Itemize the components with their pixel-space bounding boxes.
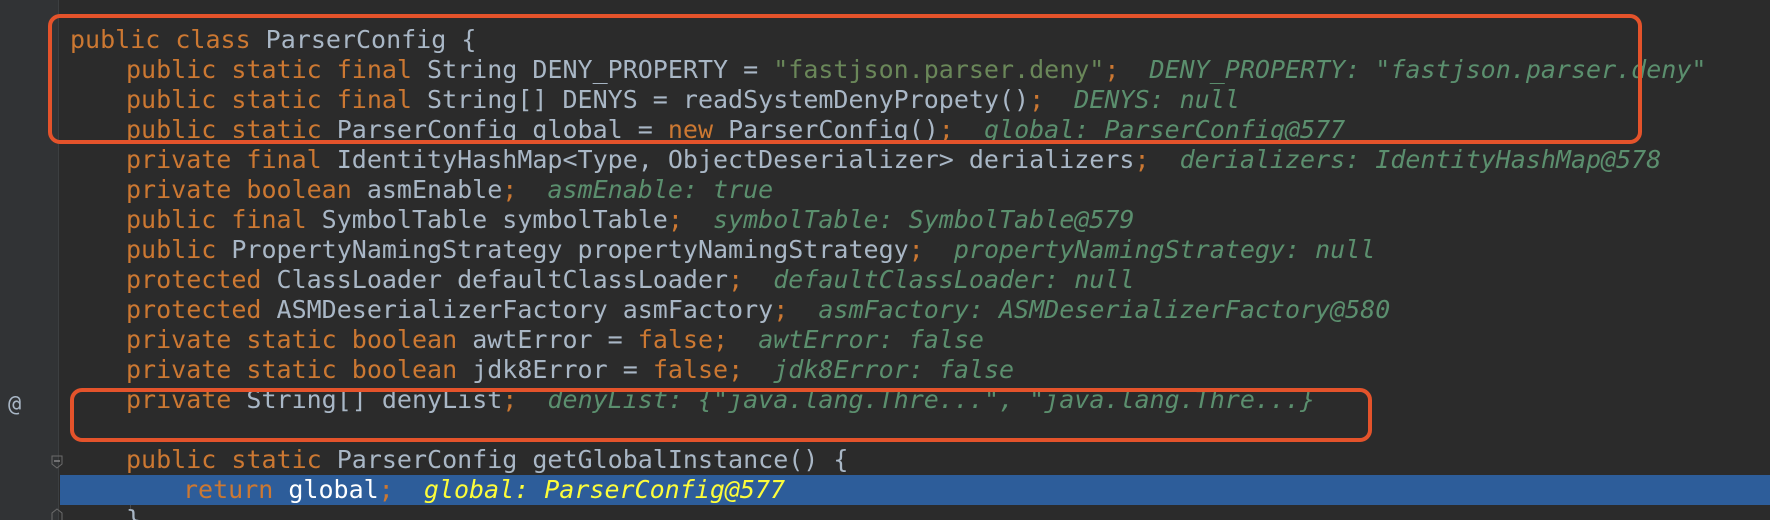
keyword: public [126, 235, 232, 264]
identifier: awtError = [472, 325, 638, 354]
identifier: ParserConfig getGlobalInstance() { [336, 445, 849, 474]
identifier: ASMDeserializerFactory asmFactory [276, 295, 774, 324]
semicolon: ; [773, 295, 789, 324]
semicolon: ; [1029, 85, 1045, 114]
semicolon: ; [938, 115, 954, 144]
keyword: new [667, 115, 729, 144]
inlay-hint: global: ParserConfig@577 [423, 475, 786, 504]
keyword: private static boolean [126, 325, 473, 354]
code-line[interactable]: public static final String DENY_PROPERTY… [0, 55, 1770, 85]
inlay-hint: DENY_PROPERTY: "fastjson.parser.deny" [1149, 55, 1707, 84]
identifier: String[] DENYS = readSystemDenyPropety() [427, 85, 1030, 114]
inlay-hint: awtError: false [758, 325, 984, 354]
identifier: jdk8Error = [472, 355, 653, 384]
keyword: protected [126, 295, 277, 324]
code-line[interactable]: public static ParserConfig getGlobalInst… [0, 445, 1770, 475]
identifier: String[] denyList [246, 385, 503, 414]
keyword: public static [126, 445, 337, 474]
closing-brace: } [126, 505, 142, 520]
identifier: ParserConfig { [265, 25, 477, 54]
code-line[interactable]: protected ASMDeserializerFactory asmFact… [0, 295, 1770, 325]
keyword: public static final [126, 55, 428, 84]
inlay-hint: asmFactory: ASMDeserializerFactory@580 [818, 295, 1391, 324]
semicolon: ; [502, 175, 518, 204]
identifier: asmEnable [366, 175, 503, 204]
identifier: IdentityHashMap<Type, ObjectDeserializer… [336, 145, 1135, 174]
code-line[interactable]: private boolean asmEnable; asmEnable: tr… [0, 175, 1770, 205]
semicolon: ; [667, 205, 683, 234]
semicolon: ; [502, 385, 518, 414]
current-execution-line[interactable]: return global; global: ParserConfig@577 [60, 475, 1770, 505]
code-line[interactable]: private static boolean awtError = false;… [0, 325, 1770, 355]
code-line[interactable]: protected ClassLoader defaultClassLoader… [0, 265, 1770, 295]
code-line[interactable]: public PropertyNamingStrategy propertyNa… [0, 235, 1770, 265]
code-line[interactable]: public static final String[] DENYS = rea… [0, 85, 1770, 115]
code-line[interactable]: public class ParserConfig { [0, 25, 1770, 55]
keyword: public static [126, 115, 337, 144]
identifier: ParserConfig() [728, 115, 939, 144]
identifier: PropertyNamingStrategy propertyNamingStr… [231, 235, 909, 264]
identifier: SymbolTable symbolTable [321, 205, 668, 234]
identifier: String DENY_PROPERTY = [427, 55, 774, 84]
inlay-hint: propertyNamingStrategy: null [953, 235, 1376, 264]
identifier: ClassLoader defaultClassLoader [276, 265, 729, 294]
code-line[interactable]: private static boolean jdk8Error = false… [0, 355, 1770, 385]
inlay-hint: global: ParserConfig@577 [983, 115, 1346, 144]
keyword: private static boolean [126, 355, 473, 384]
keyword: public class [70, 25, 266, 54]
inlay-hint: defaultClassLoader: null [773, 265, 1135, 294]
code-line[interactable]: } [0, 505, 1770, 520]
inlay-hint: jdk8Error: false [773, 355, 1015, 384]
code-line[interactable]: private String[] denyList; denyList: {"j… [0, 385, 1770, 415]
semicolon: ; [728, 265, 744, 294]
keyword: private final [126, 145, 337, 174]
semicolon: ; [1134, 145, 1150, 174]
semicolon: ; [908, 235, 924, 264]
identifier: ParserConfig global = [336, 115, 668, 144]
keyword: false; [637, 325, 729, 354]
code-line[interactable]: public final SymbolTable symbolTable; sy… [0, 205, 1770, 235]
keyword: private [126, 385, 247, 414]
code-line[interactable]: private final IdentityHashMap<Type, Obje… [0, 145, 1770, 175]
identifier: global [288, 475, 379, 504]
inlay-hint: derializers: IdentityHashMap@578 [1179, 145, 1662, 174]
inlay-hint: asmEnable: true [547, 175, 774, 204]
code-editor[interactable]: @ public class ParserConfig { public sta… [0, 0, 1770, 520]
inlay-hint: DENYS: null [1074, 85, 1240, 114]
inlay-hint: denyList: {"java.lang.Thre...", "java.la… [547, 385, 1316, 414]
keyword: protected [126, 265, 277, 294]
string-literal: "fastjson.parser.deny" [773, 55, 1105, 84]
inlay-hint: symbolTable: SymbolTable@579 [713, 205, 1135, 234]
keyword: public static final [126, 85, 428, 114]
code-line[interactable]: public static ParserConfig global = new … [0, 115, 1770, 145]
keyword: return [183, 475, 289, 504]
keyword: private boolean [126, 175, 367, 204]
keyword: false; [652, 355, 744, 384]
semicolon: ; [1104, 55, 1120, 84]
keyword: public final [126, 205, 322, 234]
semicolon: ; [378, 475, 394, 504]
